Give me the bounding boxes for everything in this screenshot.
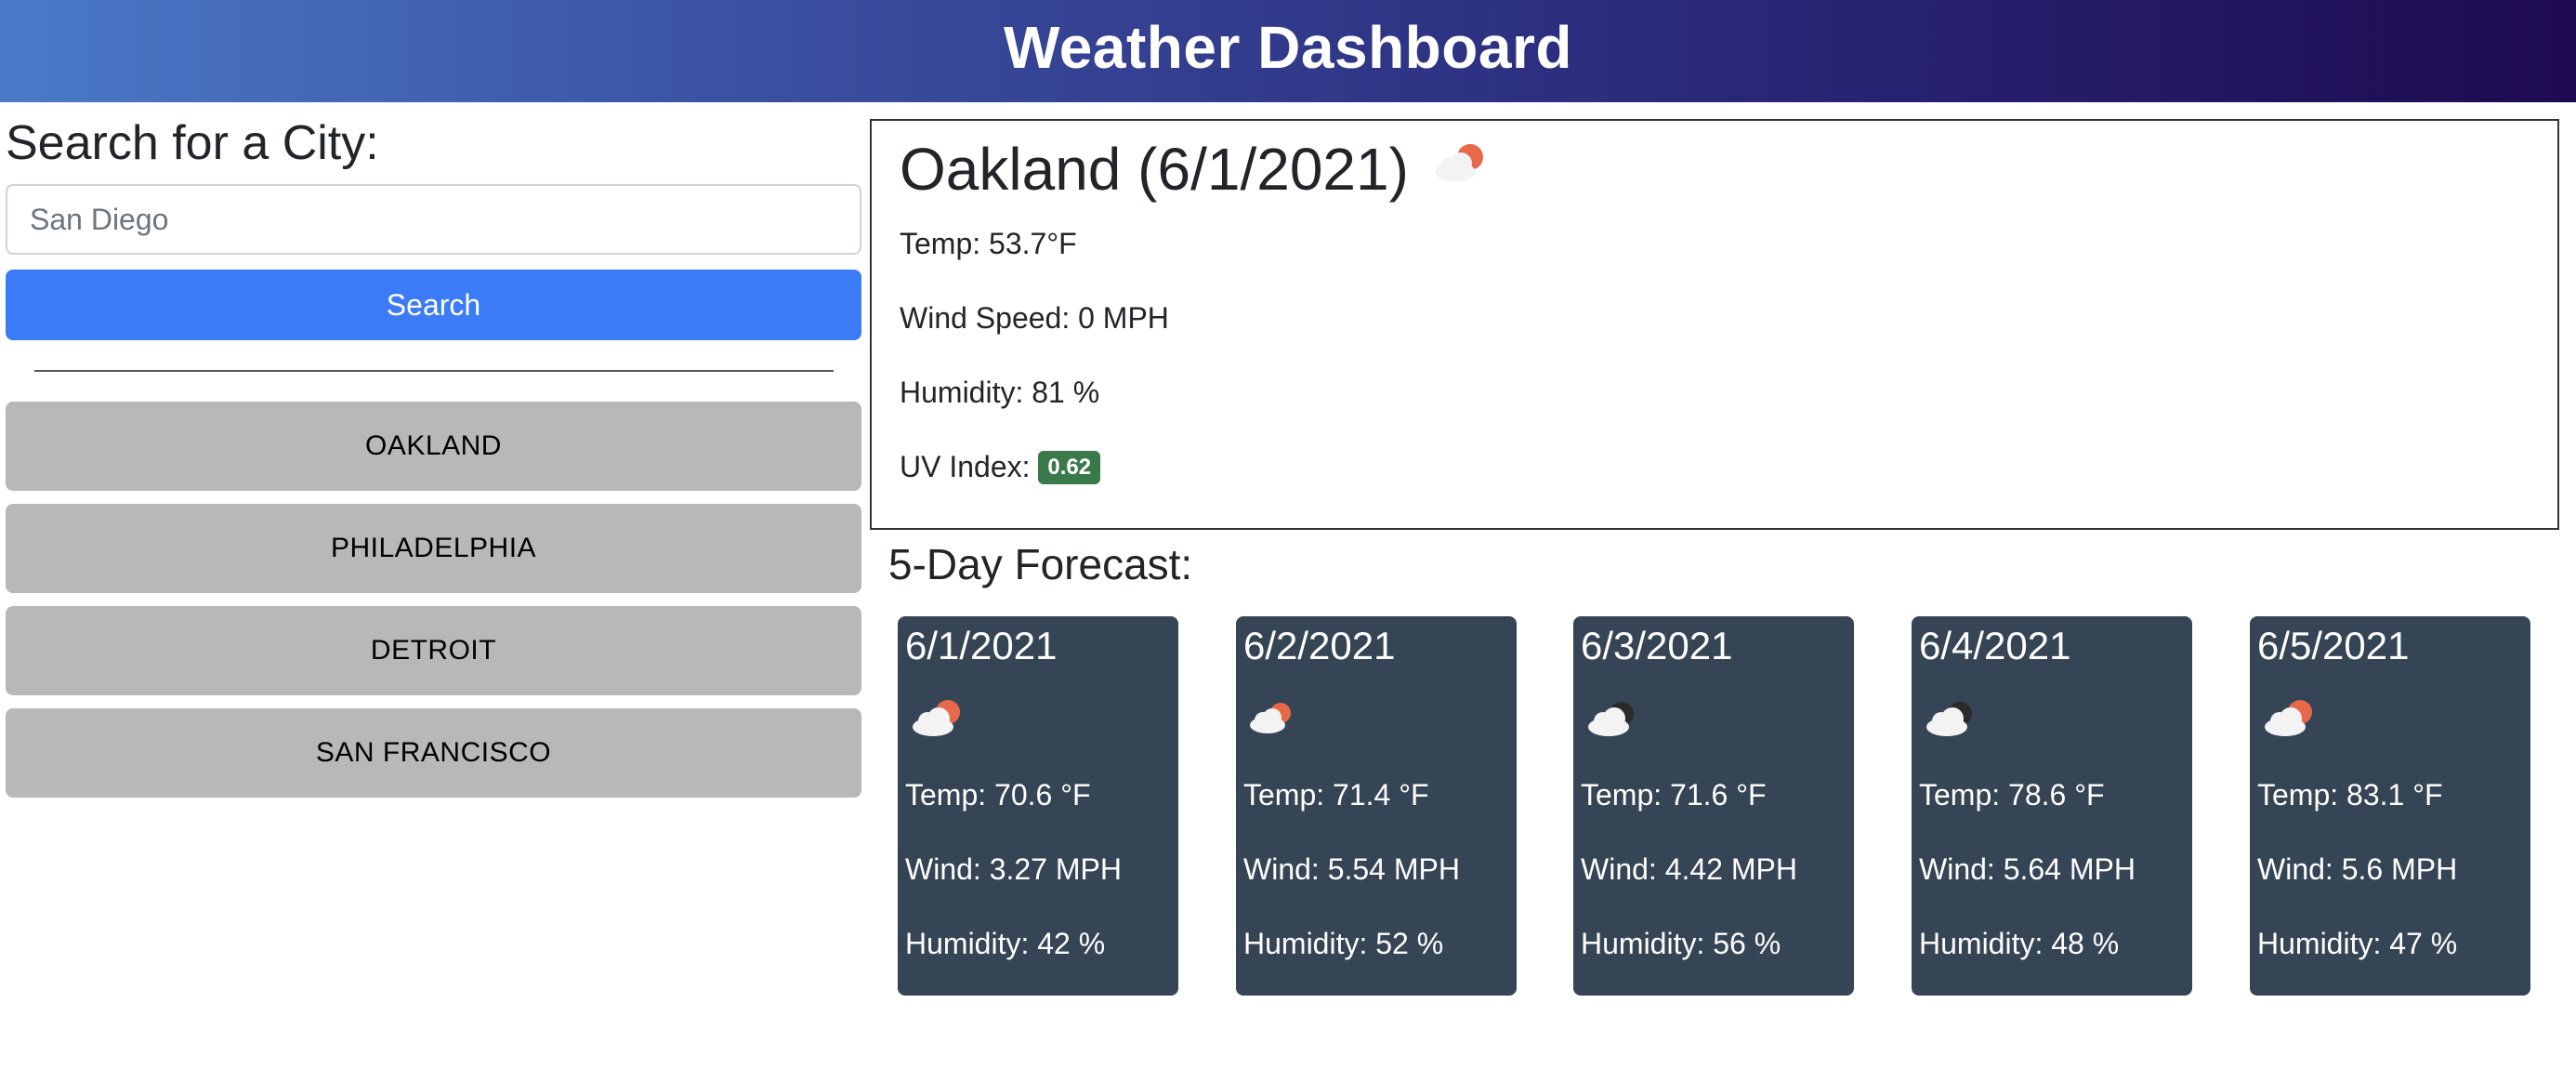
page-title: Weather Dashboard xyxy=(1004,14,1572,81)
forecast-card: 6/3/2021 Temp: 71.6 °F Wind: 4.42 MPH Hu… xyxy=(1573,616,1854,996)
forecast-humidity: Humidity: 42 % xyxy=(905,927,1106,960)
history-button-oakland[interactable]: OAKLAND xyxy=(6,402,861,491)
forecast-title: 5-Day Forecast: xyxy=(888,540,1193,588)
uv-index-badge: 0.62 xyxy=(1038,450,1101,484)
current-weather-panel: Oakland (6/1/2021) Temp: 53.7°F Wind Spe… xyxy=(870,119,2559,530)
sidebar: Search for a City: Search OAKLAND PHILAD… xyxy=(6,113,861,811)
forecast-date: 6/2/2021 xyxy=(1243,624,1396,667)
current-title-row: Oakland (6/1/2021) xyxy=(900,132,2530,206)
forecast-wind: Wind: 3.27 MPH xyxy=(905,852,1122,886)
current-humidity: Humidity: 81 % xyxy=(900,376,1100,409)
forecast-card: 6/4/2021 Temp: 78.6 °F Wind: 5.64 MPH Hu… xyxy=(1912,616,2192,996)
forecast-temp: Temp: 71.4 °F xyxy=(1243,778,1429,812)
forecast-wind: Wind: 5.64 MPH xyxy=(1919,852,2136,886)
forecast-date: 6/4/2021 xyxy=(1919,624,2071,667)
forecast-card: 6/1/2021 Temp: 70.6 °F Wind: 3.27 MPH Hu… xyxy=(898,616,1178,996)
cloudy-icon xyxy=(1581,692,1648,748)
forecast-humidity: Humidity: 56 % xyxy=(1581,927,1781,960)
forecast-wind: Wind: 5.54 MPH xyxy=(1243,852,1460,886)
search-button[interactable]: Search xyxy=(6,270,861,340)
search-title: Search for a City: xyxy=(6,116,379,170)
partly-cloudy-sun-icon xyxy=(2257,692,2324,748)
forecast-temp: Temp: 71.6 °F xyxy=(1581,778,1767,812)
current-temp: Temp: 53.7°F xyxy=(900,227,1077,260)
partly-cloudy-sun-icon xyxy=(1243,694,1303,746)
forecast-date: 6/5/2021 xyxy=(2257,624,2410,667)
forecast-temp: Temp: 78.6 °F xyxy=(1919,778,2105,812)
forecast-wind: Wind: 4.42 MPH xyxy=(1581,852,1797,886)
forecast-temp: Temp: 70.6 °F xyxy=(905,778,1091,812)
search-history: OAKLAND PHILADELPHIA DETROIT SAN FRANCIS… xyxy=(6,402,861,798)
forecast-humidity: Humidity: 52 % xyxy=(1243,927,1444,960)
history-button-detroit[interactable]: DETROIT xyxy=(6,606,861,695)
forecast-date: 6/3/2021 xyxy=(1581,624,1733,667)
current-uv-row: UV Index: 0.62 xyxy=(900,429,2530,504)
cloudy-icon xyxy=(1919,692,1986,748)
city-search-input[interactable] xyxy=(6,184,861,255)
forecast-humidity: Humidity: 47 % xyxy=(2257,927,2458,960)
current-city-date: Oakland (6/1/2021) xyxy=(900,136,1409,203)
uv-label: UV Index: xyxy=(900,450,1031,483)
sidebar-divider xyxy=(33,370,834,372)
forecast-cards: 6/1/2021 Temp: 70.6 °F Wind: 3.27 MPH Hu… xyxy=(898,616,2533,996)
partly-cloudy-sun-icon xyxy=(1427,135,1494,205)
forecast-date: 6/1/2021 xyxy=(905,624,1058,667)
forecast-humidity: Humidity: 48 % xyxy=(1919,927,2120,960)
forecast-card: 6/2/2021 Temp: 71.4 °F Wind: 5.54 MPH Hu… xyxy=(1236,616,1517,996)
forecast-card: 6/5/2021 Temp: 83.1 °F Wind: 5.6 MPH Hum… xyxy=(2250,616,2530,996)
forecast-temp: Temp: 83.1 °F xyxy=(2257,778,2443,812)
app-header: Weather Dashboard xyxy=(0,0,2576,102)
history-button-philadelphia[interactable]: PHILADELPHIA xyxy=(6,504,861,593)
current-wind: Wind Speed: 0 MPH xyxy=(900,301,1169,335)
history-button-san-francisco[interactable]: SAN FRANCISCO xyxy=(6,708,861,798)
partly-cloudy-sun-icon xyxy=(905,692,972,748)
forecast-wind: Wind: 5.6 MPH xyxy=(2257,852,2458,886)
